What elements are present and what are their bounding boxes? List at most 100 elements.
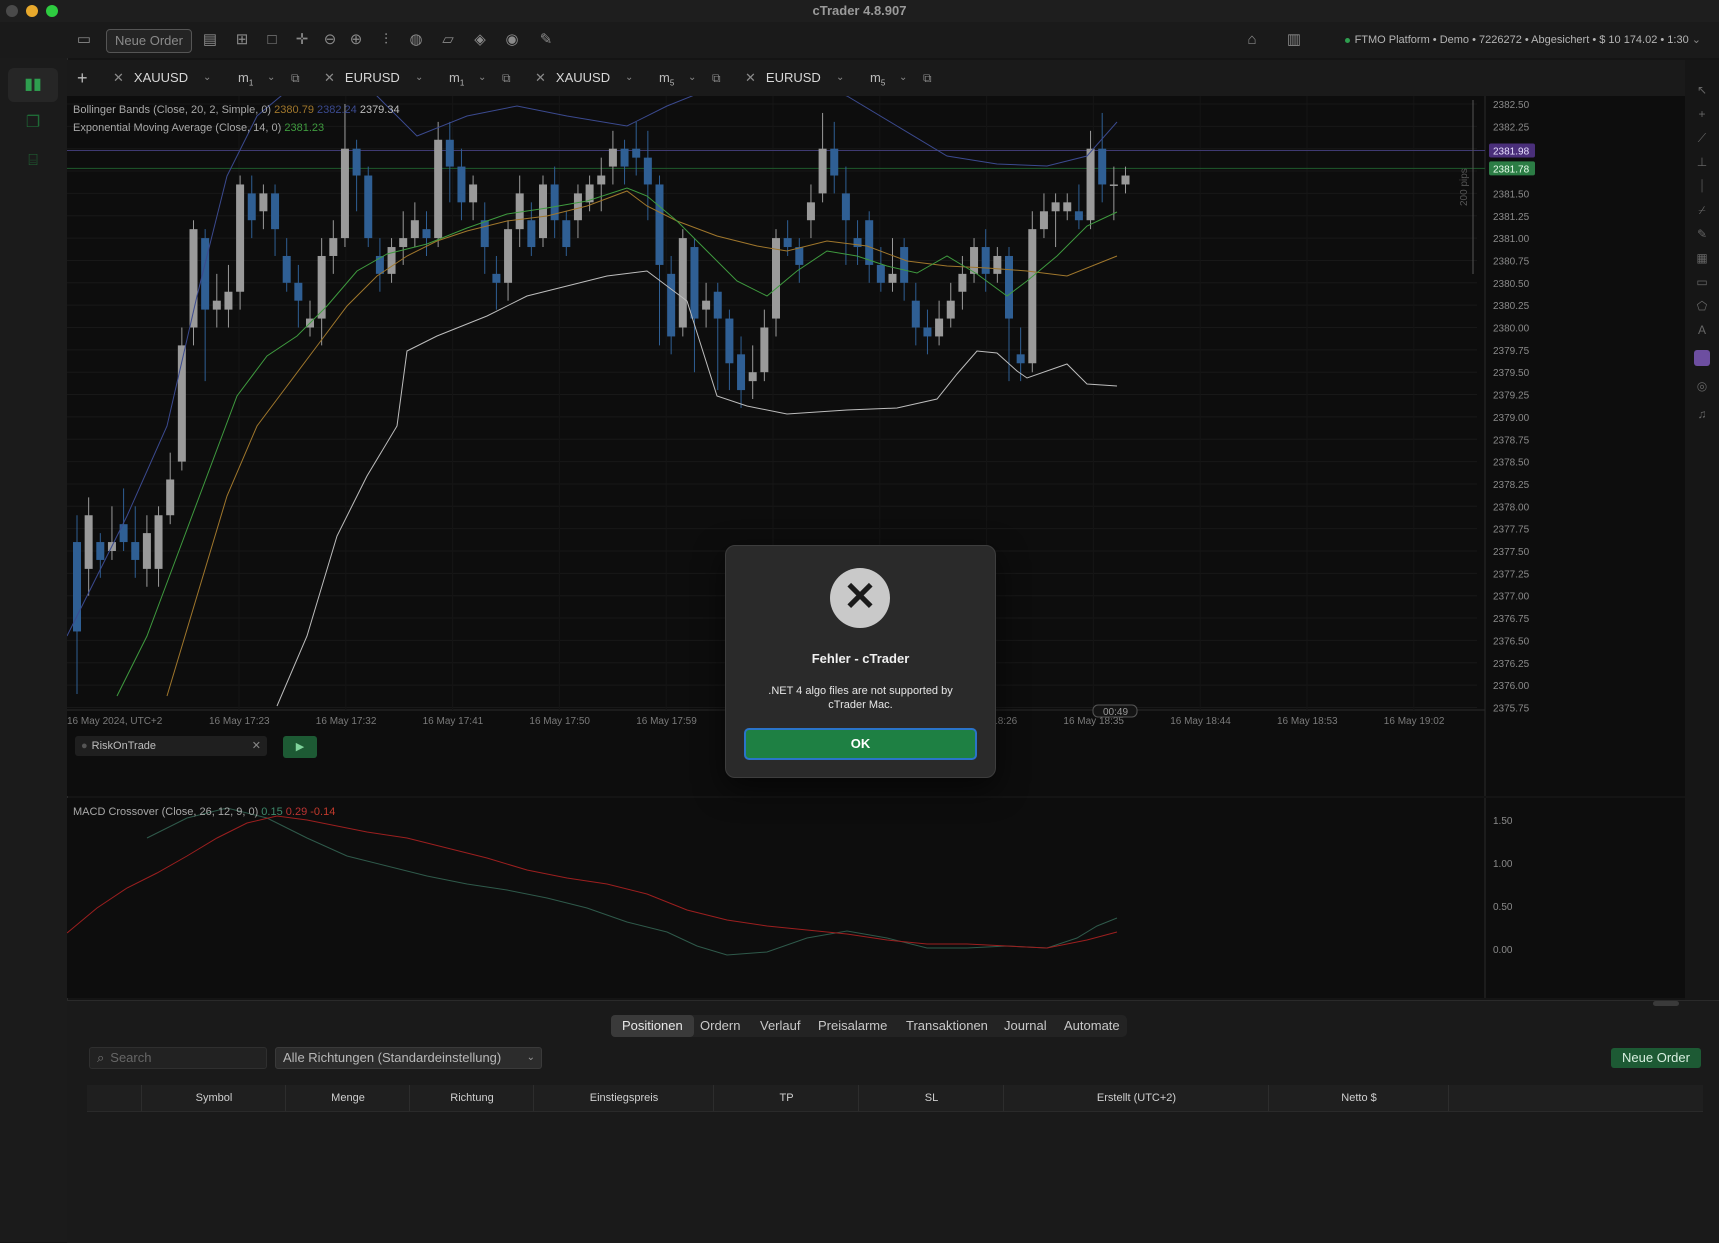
shape-tool-icon[interactable]: ⬠ [1694,298,1710,314]
column-header[interactable]: Netto $ [1268,1085,1449,1111]
bollinger-legend[interactable]: Bollinger Bands (Close, 20, 2, Simple, 0… [73,104,400,116]
timeframe-selector[interactable]: m5 [870,60,885,96]
single-layout-icon[interactable]: □ [262,30,282,50]
close-tab-icon[interactable]: ✕ [535,70,546,85]
cursor-icon[interactable]: ↖ [1694,82,1710,98]
chevron-down-icon[interactable]: ⌄ [415,60,423,96]
column-header[interactable]: Richtung [409,1085,534,1111]
bot-instance-bar[interactable]: ● RiskOnTrade ✕ [75,736,267,756]
ema-legend[interactable]: Exponential Moving Average (Close, 14, 0… [73,122,324,134]
column-header[interactable]: TP [713,1085,859,1111]
tab-ordern[interactable]: Ordern [689,1015,751,1037]
sidebar-algo-icon[interactable]: ⌸ [8,144,58,178]
panel-resize-handle[interactable] [1653,1001,1679,1006]
candle-body [1063,202,1072,212]
tab-eurusd-m1[interactable]: ✕ EURUSD [324,60,400,96]
timeframe-selector[interactable]: m5 [659,60,674,96]
direction-filter-select[interactable]: Alle Richtungen (Standardeinstellung) ⌄ [275,1047,542,1069]
pen-tool-icon[interactable]: ✎ [1694,226,1710,242]
chart-mode-icon[interactable]: ▤ [200,30,220,50]
screenshot-icon[interactable]: ◎ [1694,378,1710,394]
chart-type-icon[interactable]: ⫶ [376,30,396,50]
macd-canvas[interactable]: 1.50 1.00 0.50 0.00 [67,798,1685,998]
rectangle-tool-icon[interactable]: ▭ [1694,274,1710,290]
close-tab-icon[interactable]: ✕ [324,70,335,85]
column-header[interactable]: Symbol [141,1085,286,1111]
error-dialog: ✕ Fehler - cTrader .NET 4 algo files are… [725,545,996,778]
timeframe-selector[interactable]: m1 [238,60,253,96]
account-info[interactable]: FTMO Platform • Demo • 7226272 • Abgesic… [1344,33,1701,46]
drawing-settings-icon[interactable]: ✎ [536,30,556,50]
sidebar-copy-icon[interactable]: ❐ [8,106,58,140]
column-header[interactable]: Einstiegspreis [533,1085,714,1111]
detach-chart-icon[interactable]: ⧉ [502,60,511,96]
fibonacci-icon[interactable]: ⌿ [1694,202,1710,218]
account-summary: FTMO Platform • Demo • 7226272 • Abgesic… [1354,34,1689,46]
pattern-tool-icon[interactable]: ▦ [1694,250,1710,266]
close-tab-icon[interactable]: ✕ [113,70,124,85]
horizontal-line-icon[interactable]: ⊥ [1694,154,1710,170]
macd-legend[interactable]: MACD Crossover (Close, 26, 12, 9, 0) 0.1… [73,806,335,818]
tab-verlauf[interactable]: Verlauf [749,1015,811,1037]
tab-symbol: XAUUSD [555,70,611,85]
bot-name: RiskOnTrade [91,740,157,752]
layout-grid-icon[interactable]: ⊞ [232,30,252,50]
column-header[interactable]: Menge [285,1085,410,1111]
detach-chart-icon[interactable]: ⧉ [923,60,932,96]
alert-bell-icon[interactable]: ♫ [1694,406,1710,422]
candle-body [946,300,955,319]
column-header[interactable] [1448,1085,1539,1111]
chevron-down-icon[interactable]: ⌄ [267,60,275,96]
zoom-out-icon[interactable]: ⊖ [320,30,340,50]
tab-eurusd-m5[interactable]: ✕ EURUSD [745,60,821,96]
detach-chart-icon[interactable]: ⧉ [712,60,721,96]
layers-icon[interactable]: ◈ [470,30,490,50]
macd-panel[interactable]: 1.50 1.00 0.50 0.00 MACD Crossover (Close, … [67,798,1685,998]
new-order-button[interactable]: Neue Order [1611,1048,1701,1068]
trend-line-icon[interactable]: ⟋ [1694,130,1710,146]
color-picker-icon[interactable] [1694,350,1710,366]
candle-body [457,166,466,203]
tab-journal[interactable]: Journal [993,1015,1058,1037]
tab-preisalarme[interactable]: Preisalarme [807,1015,898,1037]
news-icon[interactable]: ▥ [1284,30,1304,50]
add-chart-icon[interactable]: + [77,60,88,96]
tab-xauusd-m1[interactable]: ✕ XAUUSD [113,60,188,96]
indicators-icon[interactable]: ◍ [406,30,426,50]
ok-button[interactable]: OK [744,728,977,760]
tab-xauusd-m5[interactable]: ✕ XAUUSD [535,60,610,96]
sidebar-toggle-icon[interactable]: ▭ [74,30,94,50]
dialog-message: .NET 4 algo files are not supported by c… [746,684,975,712]
gift-icon[interactable]: ⌂ [1242,30,1262,50]
chevron-down-icon[interactable]: ⌄ [899,60,907,96]
price-tick-label: 2379.50 [1493,368,1530,379]
zoom-in-icon[interactable]: ⊕ [346,30,366,50]
chevron-down-icon[interactable]: ⌄ [478,60,486,96]
crosshair-icon[interactable]: ✛ [292,30,312,50]
sidebar-trade-icon[interactable]: ▮▮ [8,68,58,102]
candle-body [853,238,862,248]
search-input[interactable]: ⌕ Search [89,1047,267,1069]
tab-automate[interactable]: Automate [1053,1015,1131,1037]
templates-icon[interactable]: ▱ [438,30,458,50]
crosshair-tool-icon[interactable]: + [1694,106,1710,122]
column-header[interactable]: Erstellt (UTC+2) [1003,1085,1269,1111]
timeframe-selector[interactable]: m1 [449,60,464,96]
detach-chart-icon[interactable]: ⧉ [291,60,300,96]
start-bot-button[interactable]: ▶ [283,736,317,758]
column-header[interactable]: SL [858,1085,1004,1111]
new-order-button[interactable]: Neue Order [106,29,192,53]
price-tick-label: 2381.00 [1493,234,1530,245]
chevron-down-icon[interactable]: ⌄ [203,60,211,96]
tab-positionen[interactable]: Positionen [611,1015,694,1037]
tab-transaktionen[interactable]: Transaktionen [895,1015,999,1037]
chevron-down-icon[interactable]: ⌄ [836,60,844,96]
text-tool-icon[interactable]: A [1694,322,1710,338]
close-bot-icon[interactable]: ✕ [252,736,261,756]
visibility-eye-icon[interactable]: ◉ [502,30,522,50]
chevron-down-icon[interactable]: ⌄ [625,60,633,96]
vertical-line-icon[interactable]: ⏐ [1694,178,1710,194]
chevron-down-icon[interactable]: ⌄ [688,60,696,96]
close-tab-icon[interactable]: ✕ [745,70,756,85]
candle-body [445,139,454,167]
